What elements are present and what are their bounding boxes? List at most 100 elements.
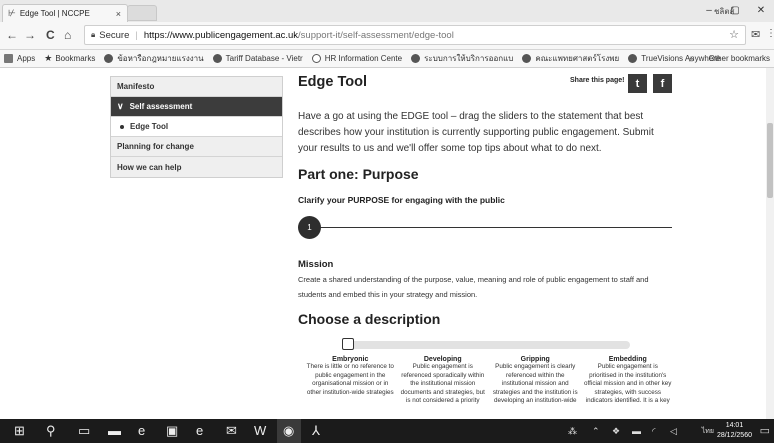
chevron-down-icon: ∨ xyxy=(117,101,124,111)
site-icon xyxy=(212,54,222,63)
sidebar-item-self-assessment[interactable]: ∨ Self assessment xyxy=(111,97,282,117)
facebook-share-button[interactable]: f xyxy=(653,74,672,93)
choice-description: Public engagement is prioritised in the … xyxy=(584,363,672,404)
bookmark-tariff-database[interactable]: Tariff Database - Vietr xyxy=(212,54,303,63)
url-bar[interactable]: 🔒︎ Secure | https://www.publicengagement… xyxy=(84,25,746,45)
description-slider-track[interactable] xyxy=(346,341,630,349)
sidebar-item-label: Self assessment xyxy=(129,102,193,111)
bookmark-label: ข้อหารือกฎหมายแรงงาน xyxy=(117,54,204,63)
window-controls: – ▢ ✕ xyxy=(696,0,774,22)
chrome-icon[interactable]: ◉ xyxy=(283,424,294,438)
file-explorer-icon[interactable]: ▬ xyxy=(108,424,121,438)
input-language[interactable]: ไทย xyxy=(702,426,714,437)
clock-date: 28/12/2560 xyxy=(716,432,752,439)
other-bookmarks-button[interactable]: Other bookmarks xyxy=(709,54,770,63)
forward-button[interactable]: → xyxy=(24,28,36,42)
sidebar-item-label: Manifesto xyxy=(117,82,155,91)
choice-embryonic[interactable]: Embryonic There is little or no referenc… xyxy=(306,356,395,406)
sidebar-item-label: Edge Tool xyxy=(130,122,169,131)
new-tab-button[interactable] xyxy=(127,5,157,21)
windows-taskbar: ⊞ ⚲ ▭ ▬ e ▣ e ✉ W ◉ ⅄ ⁂ ⌃ ❖ ▬ ◜ ◁ ไทย 14… xyxy=(0,419,774,443)
apps-grid-icon xyxy=(4,54,13,63)
scrollbar-thumb[interactable] xyxy=(767,123,773,198)
site-icon xyxy=(628,54,638,63)
mission-text: Create a shared understanding of the pur… xyxy=(298,275,649,299)
step-number-badge: 1 xyxy=(298,216,321,239)
volume-icon[interactable]: ◁ xyxy=(670,426,677,437)
description-choices: Embryonic There is little or no referenc… xyxy=(306,356,672,406)
notifications-icon[interactable]: ▭ xyxy=(760,424,770,437)
maximize-button[interactable]: ▢ xyxy=(722,0,748,22)
choice-embedding[interactable]: Embedding Public engagement is prioritis… xyxy=(584,356,673,406)
tray-expand-icon[interactable]: ⌃ xyxy=(592,426,600,437)
word-icon[interactable]: W xyxy=(254,424,266,438)
description-slider-handle[interactable] xyxy=(342,338,354,350)
tab-close-button[interactable]: × xyxy=(116,9,121,19)
task-view-icon[interactable]: ▭ xyxy=(78,424,90,438)
edge-browser-icon[interactable]: e xyxy=(138,424,145,438)
url-path: /support-it/self-assessment/edge-tool xyxy=(298,29,454,41)
choice-description: Public engagement is clearly referenced … xyxy=(492,363,578,404)
acrobat-icon[interactable]: ⅄ xyxy=(312,424,320,438)
mail-icon[interactable]: ✉ xyxy=(226,424,237,438)
choice-title: Embryonic xyxy=(332,356,369,363)
search-icon[interactable]: ⚲ xyxy=(46,424,56,438)
bookmark-apps[interactable]: Apps xyxy=(4,54,35,63)
url-host: https://www.publicengagement.ac.uk xyxy=(143,29,299,41)
site-icon xyxy=(104,54,114,63)
bookmark-label: ระบบการให้บริการออกแบ xyxy=(424,54,514,63)
lock-icon: 🔒︎ xyxy=(91,30,96,39)
menu-kebab-icon[interactable]: ⋮ xyxy=(766,28,774,39)
clarify-heading: Clarify your PURPOSE for engaging with t… xyxy=(298,195,505,205)
step-divider xyxy=(310,227,672,228)
back-button[interactable]: ← xyxy=(6,28,18,42)
facebook-icon: f xyxy=(660,77,665,90)
intro-text: Have a go at using the EDGE tool – drag … xyxy=(298,111,654,154)
bookmark-label: คณะแพทยศาสตร์โรงพย xyxy=(535,54,620,63)
sidebar-item-edge-tool[interactable]: Edge Tool xyxy=(111,117,282,137)
store-icon[interactable]: ▣ xyxy=(166,424,178,438)
sidebar-item-planning[interactable]: Planning for change xyxy=(111,137,282,157)
bookmarks-more-button[interactable]: » xyxy=(689,54,694,64)
windows-start-icon[interactable]: ⊞ xyxy=(14,424,25,438)
bookmark-truevisions[interactable]: TrueVisions Anywhere xyxy=(628,54,720,63)
choice-gripping[interactable]: Gripping Public engagement is clearly re… xyxy=(491,356,580,406)
ie-browser-icon[interactable]: e xyxy=(196,424,203,438)
bookmark-hr-information[interactable]: HR Information Cente xyxy=(311,54,402,63)
choice-developing[interactable]: Developing Public engagement is referenc… xyxy=(399,356,488,406)
bookmark-medicine-faculty[interactable]: คณะแพทยศาสตร์โรงพย xyxy=(522,52,619,65)
title-bar: ⊬ Edge Tool | NCCPE × ชลิตส์ – ▢ ✕ xyxy=(0,0,774,22)
minimize-button[interactable]: – xyxy=(696,0,722,22)
sidebar-item-help[interactable]: How we can help xyxy=(111,157,282,177)
bookmark-bookmarks[interactable]: ★ Bookmarks xyxy=(44,53,95,64)
twitter-share-button[interactable]: t xyxy=(628,74,647,93)
dropbox-icon[interactable]: ❖ xyxy=(612,426,620,437)
choose-description-heading: Choose a description xyxy=(298,311,441,327)
part-heading: Part one: Purpose xyxy=(298,166,419,182)
bookmark-label: Tariff Database - Vietr xyxy=(225,54,303,63)
close-window-button[interactable]: ✕ xyxy=(748,0,774,22)
sidebar-item-manifesto[interactable]: Manifesto xyxy=(111,77,282,97)
page-scrollbar[interactable] xyxy=(766,68,774,419)
choice-title: Developing xyxy=(423,356,462,363)
bookmark-star-icon[interactable]: ☆ xyxy=(729,28,739,41)
extension-mail-icon[interactable]: ✉ xyxy=(751,28,760,41)
choice-description: Public engagement is referenced sporadic… xyxy=(400,363,485,404)
bookmarks-bar: Apps ★ Bookmarks ข้อหารือกฎหมายแรงงาน Ta… xyxy=(0,50,774,68)
battery-icon[interactable]: ▬ xyxy=(632,426,641,436)
bookmark-labour-law[interactable]: ข้อหารือกฎหมายแรงงาน xyxy=(104,52,204,65)
browser-tab[interactable]: ⊬ Edge Tool | NCCPE × xyxy=(2,4,128,22)
wifi-icon[interactable]: ◜ xyxy=(652,426,656,437)
bookmark-label: Bookmarks xyxy=(55,54,96,63)
tab-favicon-icon: ⊬ xyxy=(8,8,16,18)
share-label: Share this page! xyxy=(570,77,625,84)
google-icon xyxy=(311,54,321,63)
main-content: Edge Tool Share this page! t f Have a go… xyxy=(298,74,672,404)
secure-label: Secure xyxy=(99,29,130,41)
bookmark-design-service[interactable]: ระบบการให้บริการออกแบ xyxy=(411,52,513,65)
people-icon[interactable]: ⁂ xyxy=(568,426,577,437)
home-button[interactable]: ⌂ xyxy=(64,28,71,42)
clock[interactable]: 14:01 28/12/2560 xyxy=(717,421,752,441)
mission-heading: Mission xyxy=(298,259,334,270)
reload-button[interactable]: C xyxy=(46,28,55,42)
